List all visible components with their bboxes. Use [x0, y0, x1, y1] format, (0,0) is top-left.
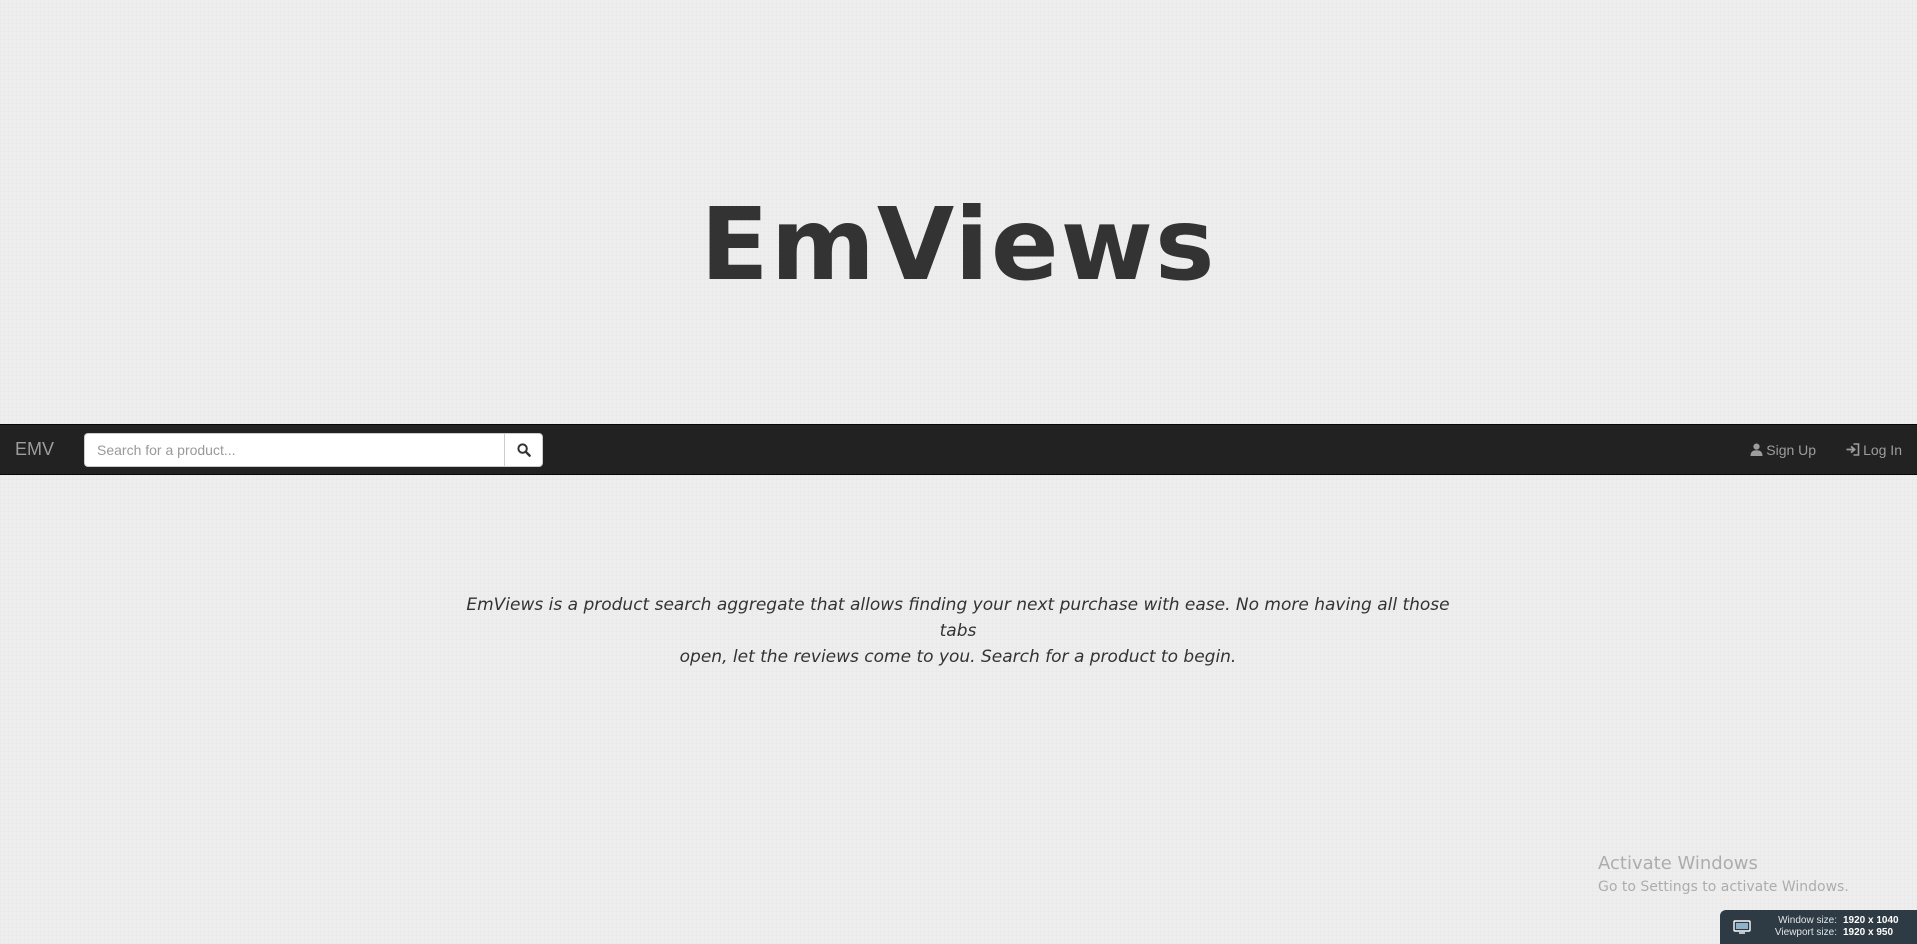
viewport-size-row: Viewport size: 1920 x 950 — [1775, 927, 1905, 939]
log-in-link[interactable]: Log In — [1831, 425, 1917, 474]
window-size-label: Window size: — [1778, 915, 1837, 926]
monitor-icon — [1733, 920, 1751, 934]
search-form — [84, 433, 543, 467]
window-size-row: Window size: 1920 x 1040 — [1778, 915, 1905, 927]
sign-up-link[interactable]: Sign Up — [1735, 425, 1831, 474]
watermark-subtitle: Go to Settings to activate Windows. — [1598, 879, 1849, 895]
top-navbar: EMV Sign Up Log In — [0, 424, 1917, 475]
log-in-label: Log In — [1863, 441, 1902, 458]
search-button[interactable] — [504, 433, 543, 467]
tagline-line-2: open, let the reviews come to you. Searc… — [679, 647, 1237, 667]
activate-windows-watermark: Activate Windows Go to Settings to activ… — [1598, 851, 1849, 897]
window-size-value: 1920 x 1040 — [1843, 915, 1899, 926]
hero-title: EmViews — [700, 186, 1217, 303]
search-icon — [516, 443, 531, 457]
viewport-size-label: Viewport size: — [1774, 927, 1837, 938]
viewport-size-value: 1920 x 950 — [1843, 927, 1894, 938]
search-input[interactable] — [84, 433, 504, 467]
watermark-title: Activate Windows — [1598, 853, 1758, 874]
log-in-icon — [1846, 443, 1860, 456]
sign-up-label: Sign Up — [1766, 441, 1817, 458]
navbar-brand[interactable]: EMV — [15, 425, 54, 474]
navbar-right-links: Sign Up Log In — [1735, 425, 1917, 474]
user-icon — [1750, 443, 1763, 456]
tagline: EmViews is a product search aggregate th… — [458, 592, 1458, 670]
tagline-line-1: EmViews is a product search aggregate th… — [466, 595, 1450, 641]
window-size-badge: Window size: 1920 x 1040 Viewport size: … — [1720, 910, 1917, 944]
